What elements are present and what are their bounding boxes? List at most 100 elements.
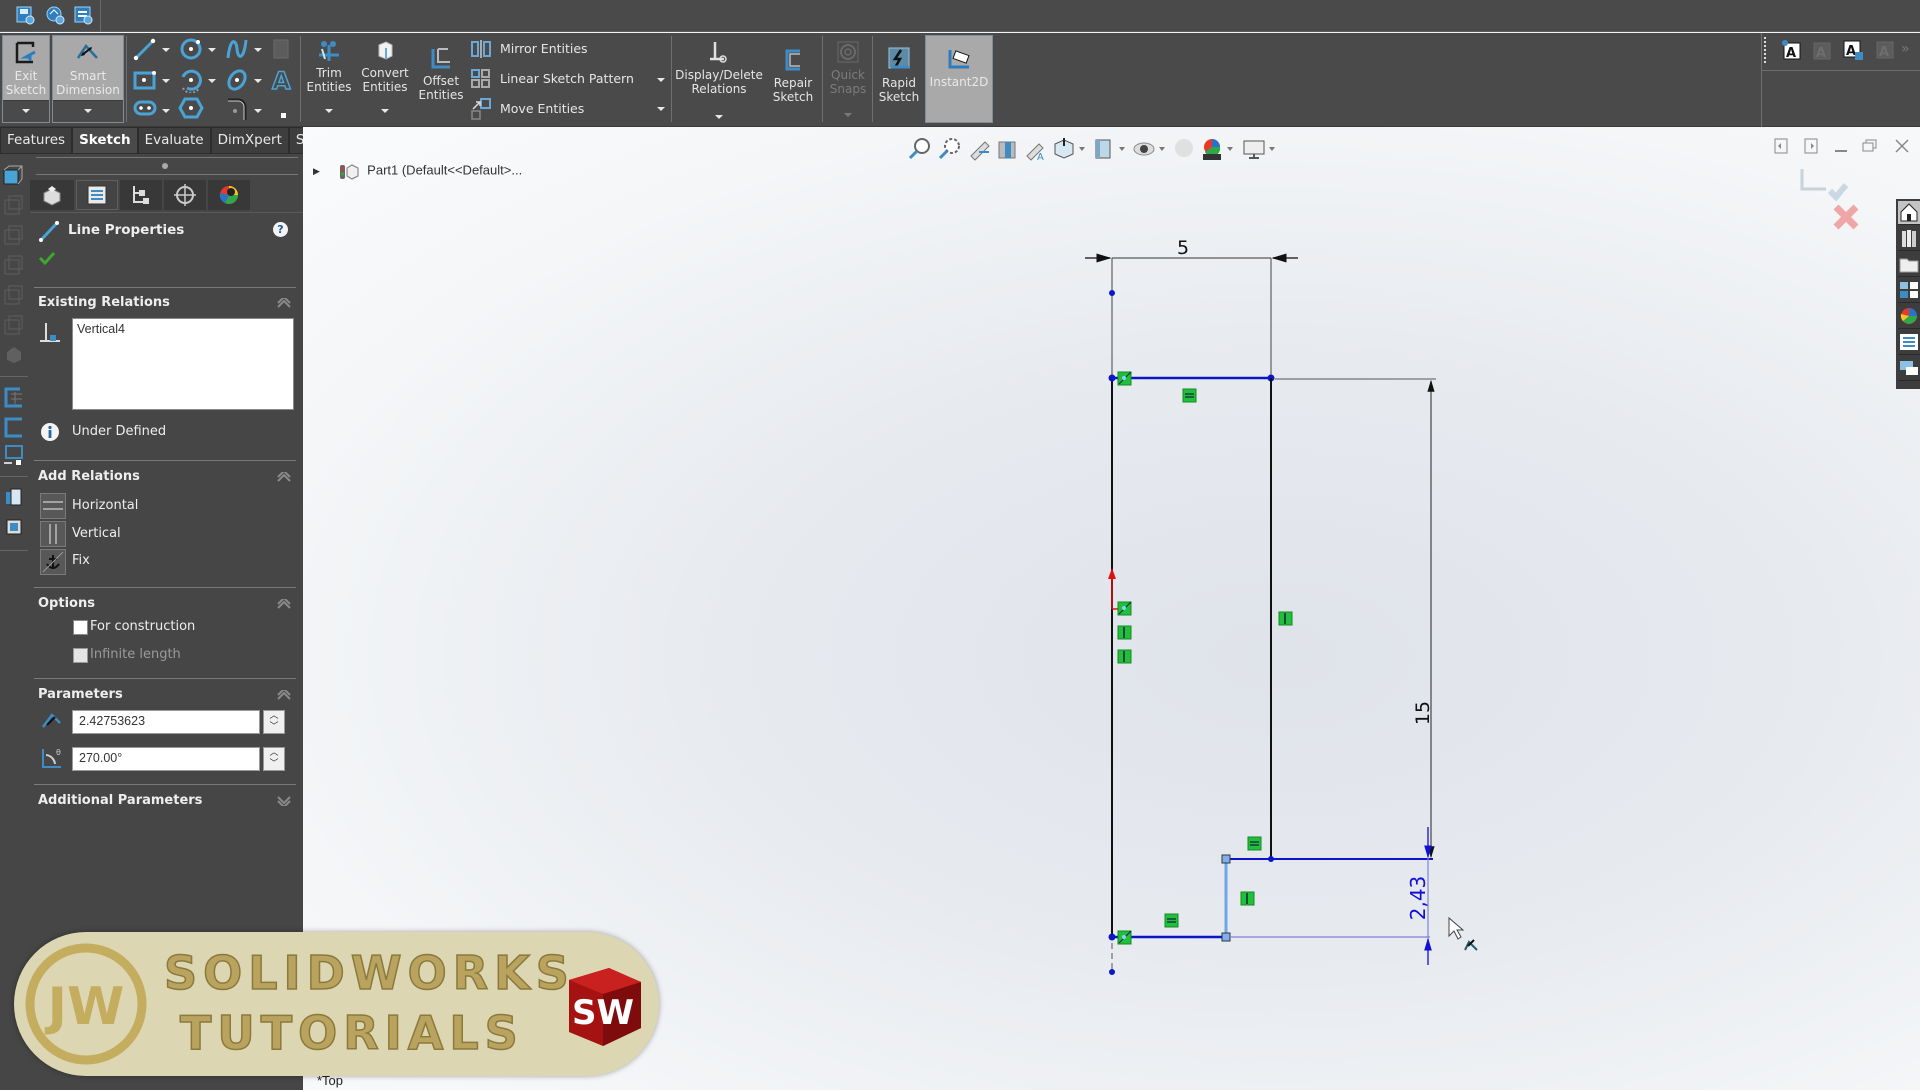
ok-checkmark-button[interactable] — [38, 250, 56, 266]
fix-relation-button[interactable] — [40, 549, 66, 575]
shaded-solid-icon[interactable] — [4, 344, 24, 368]
trim-dropdown[interactable] — [325, 109, 333, 113]
text-tool[interactable]: A — [270, 66, 294, 97]
coincident-relation-icon[interactable] — [1117, 930, 1132, 945]
tab-evaluate[interactable]: Evaluate — [137, 127, 211, 154]
coincident-relation-icon[interactable] — [1117, 371, 1132, 386]
save-options-icon[interactable] — [14, 4, 36, 26]
ellipse-tool[interactable] — [224, 67, 250, 97]
selected-endpoint[interactable] — [1221, 854, 1231, 864]
collapse-chevron-icon[interactable] — [277, 298, 291, 308]
sketch-point[interactable] — [1268, 856, 1274, 862]
view-cube-icon[interactable] — [2, 314, 24, 340]
circle-tool[interactable] — [178, 36, 204, 66]
horizontal-relation-icon[interactable] — [1247, 836, 1262, 851]
for-construction-checkbox[interactable] — [73, 620, 88, 635]
collapse-chevron-icon[interactable] — [277, 599, 291, 609]
relation-item[interactable]: Vertical4 — [73, 319, 293, 339]
point-tool[interactable] — [280, 105, 288, 124]
spin-up-icon[interactable]: ︿ — [264, 711, 284, 722]
file-properties-icon[interactable] — [72, 4, 94, 26]
exit-sketch-dropdown[interactable] — [3, 100, 49, 122]
slot-dropdown[interactable] — [162, 109, 170, 113]
feature-manager-tab[interactable] — [30, 180, 74, 210]
view-cube-icon[interactable] — [2, 284, 24, 310]
horizontal-relation-label[interactable]: Horizontal — [72, 498, 138, 513]
move-entities-button[interactable]: Move Entities — [470, 97, 670, 121]
spline-dropdown[interactable] — [254, 48, 262, 52]
display-delete-relations-button[interactable]: Display/Delete Relations — [674, 35, 764, 123]
note-icon[interactable]: A — [1780, 39, 1802, 65]
vertical-relation-icon[interactable] — [1240, 891, 1255, 906]
length-input[interactable]: 2.42753623 — [72, 710, 260, 734]
dimension-height-label[interactable]: 15 — [1412, 701, 1434, 725]
vertical-relation-label[interactable]: Vertical — [72, 526, 121, 541]
fillet-dropdown[interactable] — [254, 109, 262, 113]
horizontal-relation-button[interactable] — [40, 493, 66, 519]
active-dimension-label[interactable]: 2,43 — [1406, 876, 1430, 921]
panel-grip[interactable] — [162, 163, 168, 169]
property-manager-tab[interactable] — [76, 180, 118, 210]
additional-parameters-header[interactable]: Additional Parameters — [38, 793, 202, 808]
toolbar-overflow-icon[interactable]: » — [1901, 41, 1910, 57]
circle-dropdown[interactable] — [208, 48, 216, 52]
convert-dropdown[interactable] — [381, 109, 389, 113]
dimension-width-label[interactable]: 5 — [1177, 237, 1189, 259]
toolbar-grip[interactable] — [1764, 37, 1767, 63]
for-construction-label[interactable]: For construction — [90, 619, 195, 634]
dimxpert-manager-tab[interactable] — [164, 180, 206, 210]
vertical-relation-icon[interactable] — [1278, 611, 1293, 626]
line-tool[interactable] — [132, 36, 158, 66]
fillet-tool[interactable] — [224, 97, 250, 125]
relations-dropdown[interactable] — [715, 115, 723, 119]
tab-dimxpert[interactable]: DimXpert — [210, 127, 289, 154]
collapse-chevron-icon[interactable] — [277, 690, 291, 700]
exit-sketch-button[interactable]: Exit Sketch — [2, 35, 50, 123]
balloon-note-icon[interactable]: A — [1842, 39, 1864, 65]
length-spinner[interactable]: ︿ ﹀ — [263, 710, 285, 734]
angle-spinner[interactable]: ︿ ﹀ — [263, 747, 285, 771]
vertical-relation-button[interactable] — [40, 521, 66, 547]
trim-entities-button[interactable]: Trim Entities — [304, 35, 354, 123]
spin-up-icon[interactable]: ︿ — [264, 748, 284, 759]
sketch-point[interactable] — [1109, 290, 1115, 296]
spin-down-icon[interactable]: ﹀ — [264, 722, 284, 733]
expand-chevron-icon[interactable] — [277, 796, 291, 806]
offset-entities-button[interactable]: Offset Entities — [416, 35, 466, 123]
rectangle-dropdown[interactable] — [162, 79, 170, 83]
help-button[interactable]: ? — [273, 222, 288, 237]
view-cube-active-icon[interactable] — [2, 164, 24, 190]
spline-tool[interactable] — [224, 36, 250, 66]
spin-down-icon[interactable]: ﹀ — [264, 759, 284, 770]
vertical-relation-icon[interactable] — [1117, 649, 1132, 664]
quick-snaps-button[interactable]: Quick Snaps — [826, 35, 870, 123]
section-view-icon[interactable] — [3, 516, 25, 542]
sketch-point[interactable] — [1108, 374, 1116, 382]
view-cube-icon[interactable] — [2, 194, 24, 220]
configuration-manager-tab[interactable] — [120, 180, 162, 210]
selected-endpoint[interactable] — [1221, 932, 1231, 942]
convert-entities-button[interactable]: Convert Entities — [356, 35, 414, 123]
fix-relation-label[interactable]: Fix — [72, 553, 90, 568]
smart-dimension-dropdown[interactable] — [53, 100, 123, 122]
arc-tool[interactable] — [178, 67, 204, 97]
tab-features[interactable]: Features — [0, 127, 73, 154]
display-manager-tab[interactable] — [208, 180, 250, 210]
view-cube-icon[interactable] — [2, 254, 24, 280]
coincident-relation-icon[interactable] — [1117, 601, 1132, 616]
vertical-relation-icon[interactable] — [1117, 625, 1132, 640]
collapse-chevron-icon[interactable] — [277, 472, 291, 482]
horizontal-relation-icon[interactable] — [1164, 913, 1179, 928]
rectangle-tool[interactable] — [132, 67, 158, 97]
polygon-tool[interactable] — [178, 97, 204, 123]
sketch-grid-icon[interactable] — [2, 386, 24, 412]
line-dropdown[interactable] — [162, 48, 170, 52]
horizontal-relation-icon[interactable] — [1182, 388, 1197, 403]
linear-sketch-pattern-button[interactable]: Linear Sketch Pattern — [470, 68, 670, 92]
repair-sketch-button[interactable]: Repair Sketch — [768, 35, 818, 123]
arc-dropdown[interactable] — [208, 79, 216, 83]
view-normal-icon[interactable] — [3, 486, 25, 512]
move-entities-dropdown[interactable] — [657, 107, 665, 111]
sketch-point[interactable] — [1108, 933, 1116, 941]
offset-sketch-icon[interactable] — [2, 416, 24, 442]
